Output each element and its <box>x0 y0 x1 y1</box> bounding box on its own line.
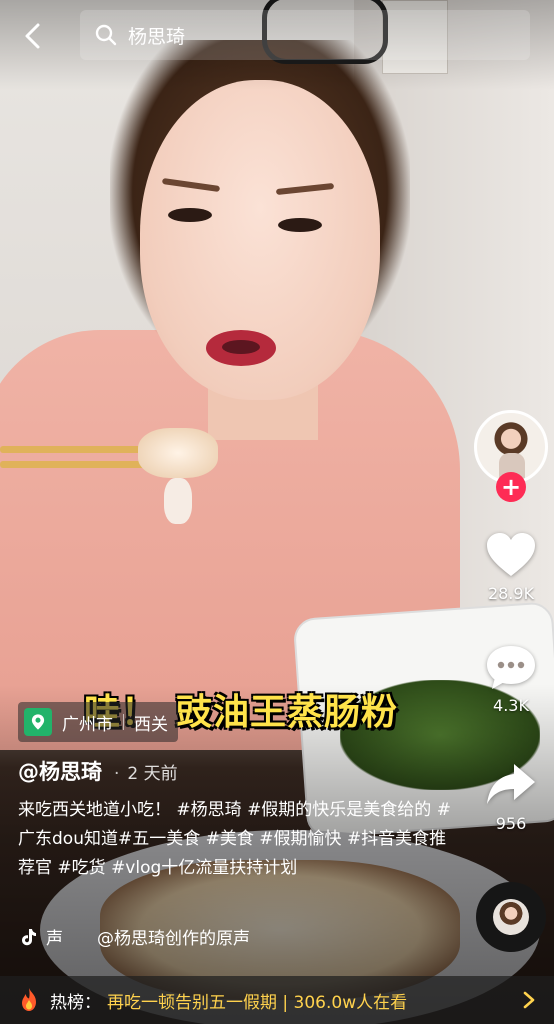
share-button[interactable]: 956 <box>476 760 546 833</box>
banner-title: 豉油王蒸肠粉 <box>176 692 399 733</box>
sound-label: 声 <box>46 929 63 949</box>
chopsticks <box>0 446 160 472</box>
hot-list-topic: 再吃一顿告别五一假期 | 306.0w人在看 <box>107 992 408 1013</box>
location-divider <box>123 714 124 730</box>
caption-text: 来吃西关地道小吃！ <box>18 800 171 820</box>
back-button[interactable] <box>18 20 50 52</box>
post-caption[interactable]: 来吃西关地道小吃！ #杨思琦 #假期的快乐是美食给的 #广东dou知道#五一美食… <box>18 796 458 883</box>
hot-list-bar[interactable]: 热榜： 再吃一顿告别五一假期 | 306.0w人在看 <box>0 976 554 1024</box>
separator-dot: · <box>114 764 120 784</box>
caption-tag[interactable]: #杨思琦 <box>176 800 241 820</box>
post-time: 2 天前 <box>127 764 178 784</box>
fire-icon <box>22 988 36 1011</box>
location-city: 广州市 <box>62 714 113 735</box>
caption-tag[interactable]: #美食 <box>206 829 254 849</box>
eye-right <box>278 218 322 232</box>
caption-tag[interactable]: #五一美食 <box>118 829 200 849</box>
search-query: 杨思琦 <box>128 25 186 48</box>
caption-tag[interactable]: #假期的快乐是美食给的 <box>247 800 431 820</box>
comment-count: 4.3K <box>493 696 529 715</box>
location-tag[interactable]: 广州市 西关 <box>18 702 178 742</box>
heart-icon <box>487 533 535 576</box>
back-arrow-icon <box>25 23 40 49</box>
author-row: @杨思琦 · 2 天前 <box>18 756 178 786</box>
eye-left <box>168 208 212 222</box>
caption-tag[interactable]: #假期愉快 <box>259 829 341 849</box>
share-arrow-icon <box>487 764 535 804</box>
chevron-right-icon <box>523 991 535 1009</box>
music-title: @杨思琦创作的原声 <box>97 929 250 949</box>
rice-roll-bite <box>138 428 218 478</box>
rice-roll-drip <box>164 478 192 524</box>
search-icon <box>95 24 117 46</box>
comment-bubble-icon <box>487 646 535 689</box>
music-row[interactable]: 声 @杨思琦创作的原声 <box>18 924 250 949</box>
mouth <box>206 330 276 366</box>
comment-button[interactable]: 4.3K <box>476 642 546 715</box>
location-district: 西关 <box>134 714 168 735</box>
plus-icon: + <box>500 473 522 501</box>
follow-button[interactable]: + <box>496 472 526 502</box>
author-name[interactable]: @杨思琦 <box>18 756 102 786</box>
tiktok-note-icon <box>22 928 36 945</box>
like-count: 28.9K <box>487 584 535 603</box>
like-button[interactable]: 28.9K <box>476 530 546 603</box>
location-pin-icon <box>24 708 52 736</box>
hot-list-label: 热榜： <box>50 992 101 1013</box>
caption-tag[interactable]: #vlog十亿流量扶持计划 <box>111 858 297 878</box>
caption-tag[interactable]: #吃货 <box>57 858 105 878</box>
search-bar[interactable]: 杨思琦 <box>80 10 530 60</box>
music-disc[interactable] <box>476 882 546 952</box>
share-count: 956 <box>495 814 527 833</box>
music-disc-cover <box>493 899 529 935</box>
